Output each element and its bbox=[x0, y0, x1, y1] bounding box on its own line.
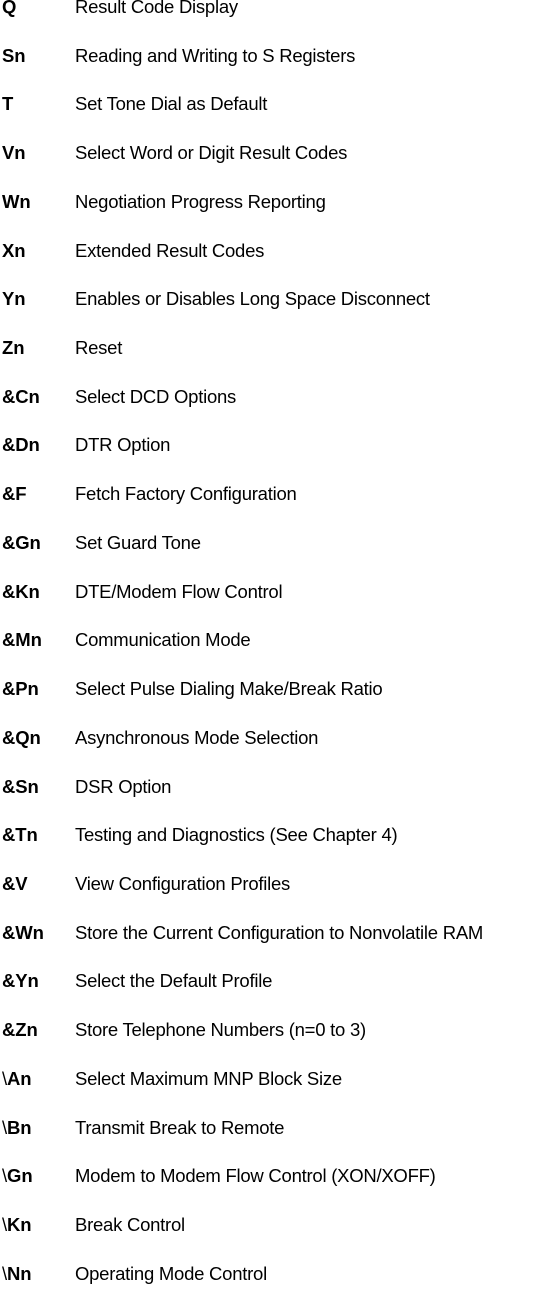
command-row: Xn Extended Result Codes bbox=[0, 241, 545, 290]
command-code-body: Nn bbox=[7, 1262, 32, 1284]
command-row: &Dn DTR Option bbox=[0, 435, 545, 484]
command-row: &Gn Set Guard Tone bbox=[0, 533, 545, 582]
command-row: \Bn Transmit Break to Remote bbox=[0, 1118, 545, 1167]
command-code-body: Gn bbox=[7, 1165, 33, 1187]
command-row: Sn Reading and Writing to S Registers bbox=[0, 46, 545, 95]
command-code: \Gn bbox=[2, 1166, 33, 1185]
command-row: Wn Negotiation Progress Reporting bbox=[0, 192, 545, 241]
command-code: &F bbox=[2, 483, 27, 505]
command-row: &V View Configuration Profiles bbox=[0, 874, 545, 923]
command-row: &Cn Select DCD Options bbox=[0, 387, 545, 436]
command-description: Fetch Factory Configuration bbox=[75, 483, 297, 505]
command-code: \An bbox=[2, 1069, 32, 1088]
command-code: &Yn bbox=[2, 970, 39, 992]
command-description: Set Tone Dial as Default bbox=[75, 93, 268, 115]
command-row: Yn Enables or Disables Long Space Disconn… bbox=[0, 289, 545, 338]
command-description: Store the Current Configuration to Nonvo… bbox=[75, 921, 484, 943]
command-description: DTR Option bbox=[75, 434, 171, 456]
command-description: Store Telephone Numbers (n=0 to 3) bbox=[75, 1019, 366, 1041]
command-description: Select Word or Digit Result Codes bbox=[75, 142, 348, 164]
command-description: Select Pulse Dialing Make/Break Ratio bbox=[75, 678, 383, 700]
command-description: Reset bbox=[75, 337, 123, 359]
command-description: Negotiation Progress Reporting bbox=[75, 190, 326, 212]
command-code: &Pn bbox=[2, 678, 39, 700]
command-code: T bbox=[2, 93, 14, 115]
command-code: Yn bbox=[2, 288, 26, 310]
command-description: Select Maximum MNP Block Size bbox=[75, 1067, 342, 1089]
command-description: Result Code Display bbox=[75, 0, 238, 17]
command-code: &V bbox=[2, 872, 28, 894]
command-description: Operating Mode Control bbox=[75, 1262, 267, 1284]
command-code: \Kn bbox=[2, 1215, 32, 1234]
command-row: &Mn Communication Mode bbox=[0, 630, 545, 679]
command-description: Break Control bbox=[75, 1213, 185, 1235]
command-row: &Pn Select Pulse Dialing Make/Break Ratio bbox=[0, 679, 545, 728]
command-description: Select DCD Options bbox=[75, 385, 237, 407]
command-code: Sn bbox=[2, 44, 26, 66]
command-code: &Mn bbox=[2, 629, 42, 651]
command-row: \Nn Operating Mode Control bbox=[0, 1264, 545, 1312]
command-description: Testing and Diagnostics (See Chapter 4) bbox=[75, 824, 398, 846]
command-row: &Wn Store the Current Configuration to No… bbox=[0, 923, 545, 972]
command-description: DSR Option bbox=[75, 775, 172, 797]
command-code: &Dn bbox=[2, 434, 40, 456]
command-description: Select the Default Profile bbox=[75, 970, 273, 992]
command-code: &Qn bbox=[2, 726, 41, 748]
command-row: \Gn Modem to Modem Flow Control (XON/XOFF… bbox=[0, 1166, 545, 1215]
command-code: &Zn bbox=[2, 1019, 38, 1041]
command-row: Vn Select Word or Digit Result Codes bbox=[0, 143, 545, 192]
command-description: DTE/Modem Flow Control bbox=[75, 580, 283, 602]
command-code: Zn bbox=[2, 337, 25, 359]
command-code: \Nn bbox=[2, 1264, 32, 1283]
command-code: Wn bbox=[2, 190, 31, 212]
command-row: &Qn Asynchronous Mode Selection bbox=[0, 728, 545, 777]
command-code: Vn bbox=[2, 142, 26, 164]
command-code: &Tn bbox=[2, 824, 38, 846]
command-code-body: Bn bbox=[7, 1116, 32, 1138]
command-row: &Kn DTE/Modem Flow Control bbox=[0, 582, 545, 631]
command-description: Extended Result Codes bbox=[75, 239, 265, 261]
command-code: Xn bbox=[2, 239, 26, 261]
command-row: T Set Tone Dial as Default bbox=[0, 94, 545, 143]
command-summary-list: Q Result Code Display Sn Reading and Writin… bbox=[0, 0, 545, 1312]
command-row: \Kn Break Control bbox=[0, 1215, 545, 1264]
command-code: &Sn bbox=[2, 775, 39, 797]
command-description: Communication Mode bbox=[75, 629, 251, 651]
command-row: &Yn Select the Default Profile bbox=[0, 971, 545, 1020]
command-description: Transmit Break to Remote bbox=[75, 1116, 285, 1138]
command-description: View Configuration Profiles bbox=[75, 872, 291, 894]
command-code: \Bn bbox=[2, 1118, 32, 1137]
command-row: &Zn Store Telephone Numbers (n=0 to 3) bbox=[0, 1020, 545, 1069]
command-row: &Sn DSR Option bbox=[0, 777, 545, 826]
command-description: Modem to Modem Flow Control (XON/XOFF) bbox=[75, 1165, 436, 1187]
command-code: Q bbox=[2, 0, 17, 17]
command-description: Set Guard Tone bbox=[75, 531, 201, 553]
command-row: Q Result Code Display bbox=[0, 0, 545, 46]
command-code: &Gn bbox=[2, 531, 41, 553]
command-code: &Wn bbox=[2, 921, 44, 943]
command-description: Reading and Writing to S Registers bbox=[75, 44, 356, 66]
command-row: Zn Reset bbox=[0, 338, 545, 387]
command-description: Asynchronous Mode Selection bbox=[75, 726, 319, 748]
command-description: Enables or Disables Long Space Disconnec… bbox=[75, 288, 430, 310]
command-row: \An Select Maximum MNP Block Size bbox=[0, 1069, 545, 1118]
command-code-body: Kn bbox=[7, 1213, 32, 1235]
command-code: &Cn bbox=[2, 385, 40, 407]
command-row: &F Fetch Factory Configuration bbox=[0, 484, 545, 533]
command-code-body: An bbox=[7, 1067, 32, 1089]
command-row: &Tn Testing and Diagnostics (See Chapter … bbox=[0, 825, 545, 874]
command-code: &Kn bbox=[2, 580, 40, 602]
